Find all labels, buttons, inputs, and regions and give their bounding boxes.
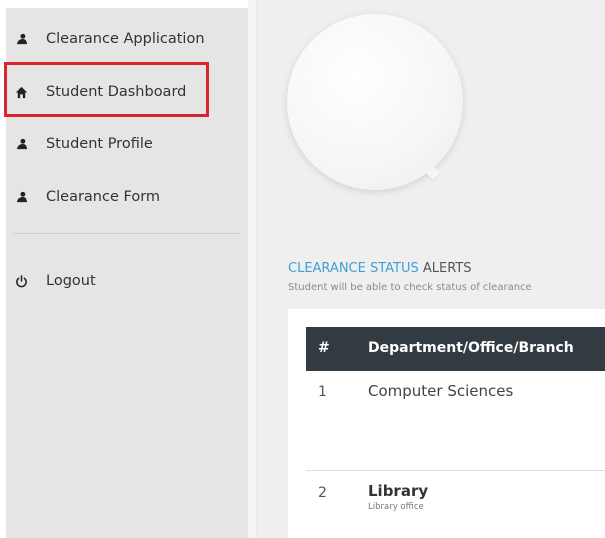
status-title-accent: CLEARANCE STATUS <box>288 261 419 276</box>
row-department-name: Computer Sciences <box>368 382 514 400</box>
avatar[interactable] <box>287 14 463 190</box>
table-header: # Department/Office/Branch <box>306 327 605 371</box>
status-title-rest: ALERTS <box>418 261 472 276</box>
sidebar-item-clearance-application[interactable]: Clearance Application <box>14 31 205 47</box>
status-alerts-title: CLEARANCE STATUS ALERTS <box>288 261 472 276</box>
sidebar-item-label: Clearance Application <box>46 31 205 47</box>
power-icon <box>14 274 28 288</box>
sidebar-divider <box>14 233 240 234</box>
user-icon <box>14 137 28 151</box>
sidebar-item-clearance-form[interactable]: Clearance Form <box>14 189 160 205</box>
content-border <box>256 0 258 538</box>
logout-button[interactable]: Logout <box>14 273 96 289</box>
sidebar-item-label: Clearance Form <box>46 189 161 205</box>
logout-label: Logout <box>46 273 96 289</box>
row-number: 2 <box>318 485 327 501</box>
row-number: 1 <box>318 384 327 400</box>
row-department-name: Library <box>368 482 429 500</box>
active-item-highlight <box>4 62 209 117</box>
column-header-number: # <box>318 340 330 356</box>
row-department-sub: Library office <box>368 502 424 512</box>
sidebar-item-label: Student Profile <box>46 136 153 152</box>
column-header-department: Department/Office/Branch <box>368 340 574 356</box>
user-icon <box>14 32 28 46</box>
sidebar-item-student-profile[interactable]: Student Profile <box>14 136 153 152</box>
status-subtitle: Student will be able to check status of … <box>288 282 532 293</box>
row-divider <box>306 470 605 471</box>
user-icon <box>14 190 28 204</box>
